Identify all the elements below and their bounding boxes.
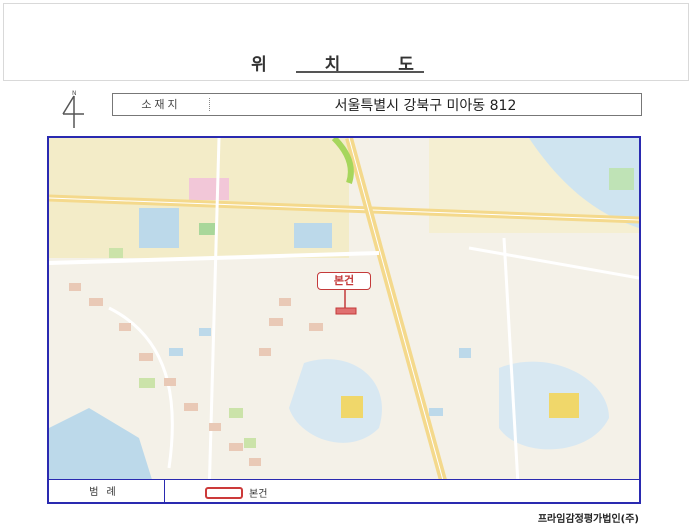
map-pool-center: [294, 223, 332, 248]
map-canvas: [49, 138, 639, 502]
north-arrow-icon: N: [62, 90, 84, 128]
location-box: 소재지 서울특별시 강북구 미아동 812: [112, 93, 642, 116]
map-park-east: [609, 168, 634, 190]
map-stadium-center: [341, 396, 363, 418]
location-address: 서울특별시 강북구 미아동 812: [334, 97, 517, 114]
title-underline: [296, 71, 424, 73]
map-pool-west: [139, 208, 179, 248]
location-map[interactable]: 범례 본건: [47, 136, 641, 504]
subject-callout: 본건: [317, 272, 371, 290]
legend-title: 범례: [49, 480, 165, 502]
subject-parcel: [335, 307, 357, 315]
legend-subject-label: 본건: [249, 489, 268, 500]
map-stadium-east: [549, 393, 579, 418]
map-legend: 범례 본건: [49, 479, 639, 502]
svg-text:N: N: [72, 90, 77, 97]
company-name: 프라임감정평가법인(주): [537, 514, 639, 525]
map-park-center: [199, 223, 215, 235]
legend-subject-swatch: [205, 486, 243, 499]
map-pink-block: [189, 178, 229, 200]
location-label: 소재지: [113, 98, 210, 111]
